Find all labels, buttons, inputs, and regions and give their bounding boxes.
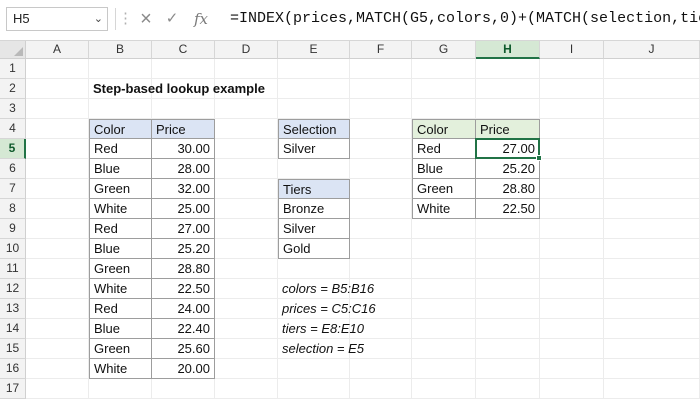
data-table-price-cell[interactable]: 24.00 <box>152 299 215 319</box>
sheet-title[interactable]: Step-based lookup example <box>89 79 349 99</box>
row-header-11[interactable]: 11 <box>0 259 26 279</box>
data-table-price-cell[interactable]: 22.40 <box>152 319 215 339</box>
active-cell-border <box>475 138 540 159</box>
fill-handle[interactable] <box>536 155 542 161</box>
data-table-header-color[interactable]: Color <box>89 119 152 139</box>
selection-value[interactable]: Silver <box>278 139 350 159</box>
result-color-cell[interactable]: Red <box>412 139 476 159</box>
chevron-down-icon[interactable]: ⌄ <box>94 8 103 30</box>
row-header-15[interactable]: 15 <box>0 339 26 359</box>
result-color-cell[interactable]: Blue <box>412 159 476 179</box>
data-table-price-cell[interactable]: 28.80 <box>152 259 215 279</box>
name-box[interactable]: H5 ⌄ <box>6 7 108 31</box>
formula-input[interactable]: =INDEX(prices,MATCH(G5,colors,0)+(MATCH(… <box>230 7 700 31</box>
selection-header[interactable]: Selection <box>278 119 350 139</box>
data-table-price-cell[interactable]: 25.20 <box>152 239 215 259</box>
result-price-cell[interactable]: 28.80 <box>476 179 540 199</box>
result-price-cell[interactable]: 22.50 <box>476 199 540 219</box>
tiers-header[interactable]: Tiers <box>278 179 350 199</box>
data-table-color-cell[interactable]: Blue <box>89 159 152 179</box>
result-header-color[interactable]: Color <box>412 119 476 139</box>
row-header-10[interactable]: 10 <box>0 239 26 259</box>
row-header-12[interactable]: 12 <box>0 279 26 299</box>
data-table-color-cell[interactable]: White <box>89 359 152 379</box>
data-table-price-cell[interactable]: 28.00 <box>152 159 215 179</box>
named-range-note[interactable]: tiers = E8:E10 <box>278 319 418 339</box>
row-header-16[interactable]: 16 <box>0 359 26 379</box>
tiers-item[interactable]: Bronze <box>278 199 350 219</box>
row-header-17[interactable]: 17 <box>0 379 26 399</box>
row-header-5[interactable]: 5 <box>0 139 26 159</box>
gridline-horizontal <box>26 398 700 399</box>
enter-icon[interactable]: ✓ <box>160 6 184 32</box>
column-header-g[interactable]: G <box>412 41 476 59</box>
gridline-vertical <box>603 59 604 399</box>
data-table-color-cell[interactable]: Green <box>89 259 152 279</box>
data-table-price-cell[interactable]: 20.00 <box>152 359 215 379</box>
row-header-7[interactable]: 7 <box>0 179 26 199</box>
data-table-price-cell[interactable]: 22.50 <box>152 279 215 299</box>
row-header-9[interactable]: 9 <box>0 219 26 239</box>
tiers-item[interactable]: Gold <box>278 239 350 259</box>
data-table-color-cell[interactable]: Green <box>89 339 152 359</box>
column-header-f[interactable]: F <box>350 41 412 59</box>
named-range-note[interactable]: selection = E5 <box>278 339 418 359</box>
column-header-j[interactable]: J <box>604 41 700 59</box>
result-color-cell[interactable]: Green <box>412 179 476 199</box>
formula-bar-separator <box>115 8 116 30</box>
insert-function-icon[interactable]: fx <box>188 6 214 32</box>
gridline-vertical <box>475 59 476 399</box>
data-table-color-cell[interactable]: White <box>89 279 152 299</box>
cancel-icon[interactable]: × <box>134 6 158 32</box>
data-table-price-cell[interactable]: 25.00 <box>152 199 215 219</box>
data-table-color-cell[interactable]: Red <box>89 299 152 319</box>
select-all-corner[interactable] <box>0 41 26 59</box>
data-table-price-cell[interactable]: 27.00 <box>152 219 215 239</box>
row-header-3[interactable]: 3 <box>0 99 26 119</box>
column-header-c[interactable]: C <box>152 41 215 59</box>
row-header-13[interactable]: 13 <box>0 299 26 319</box>
column-header-d[interactable]: D <box>215 41 278 59</box>
more-options-icon[interactable]: ⋮ <box>118 6 133 32</box>
column-header-e[interactable]: E <box>278 41 350 59</box>
data-table-color-cell[interactable]: Green <box>89 179 152 199</box>
named-range-note[interactable]: colors = B5:B16 <box>278 279 418 299</box>
data-table-color-cell[interactable]: Red <box>89 219 152 239</box>
result-header-price[interactable]: Price <box>476 119 540 139</box>
data-table-color-cell[interactable]: Blue <box>89 239 152 259</box>
data-table-price-cell[interactable]: 30.00 <box>152 139 215 159</box>
column-header-b[interactable]: B <box>89 41 152 59</box>
row-header-6[interactable]: 6 <box>0 159 26 179</box>
column-header-i[interactable]: I <box>540 41 604 59</box>
name-box-value: H5 <box>13 11 30 26</box>
data-table-color-cell[interactable]: Blue <box>89 319 152 339</box>
formula-bar: H5 ⌄ ⋮ × ✓ fx =INDEX(prices,MATCH(G5,col… <box>0 0 700 40</box>
data-table-header-price[interactable]: Price <box>152 119 215 139</box>
gridline-vertical <box>539 59 540 399</box>
result-color-cell[interactable]: White <box>412 199 476 219</box>
column-header-h[interactable]: H <box>476 41 540 59</box>
data-table-color-cell[interactable]: Red <box>89 139 152 159</box>
row-header-2[interactable]: 2 <box>0 79 26 99</box>
column-header-a[interactable]: A <box>26 41 89 59</box>
data-table-color-cell[interactable]: White <box>89 199 152 219</box>
row-header-1[interactable]: 1 <box>0 59 26 79</box>
row-header-14[interactable]: 14 <box>0 319 26 339</box>
row-header-8[interactable]: 8 <box>0 199 26 219</box>
data-table-price-cell[interactable]: 32.00 <box>152 179 215 199</box>
result-price-cell[interactable]: 25.20 <box>476 159 540 179</box>
named-range-note[interactable]: prices = C5:C16 <box>278 299 418 319</box>
row-header-4[interactable]: 4 <box>0 119 26 139</box>
tiers-item[interactable]: Silver <box>278 219 350 239</box>
data-table-price-cell[interactable]: 25.60 <box>152 339 215 359</box>
